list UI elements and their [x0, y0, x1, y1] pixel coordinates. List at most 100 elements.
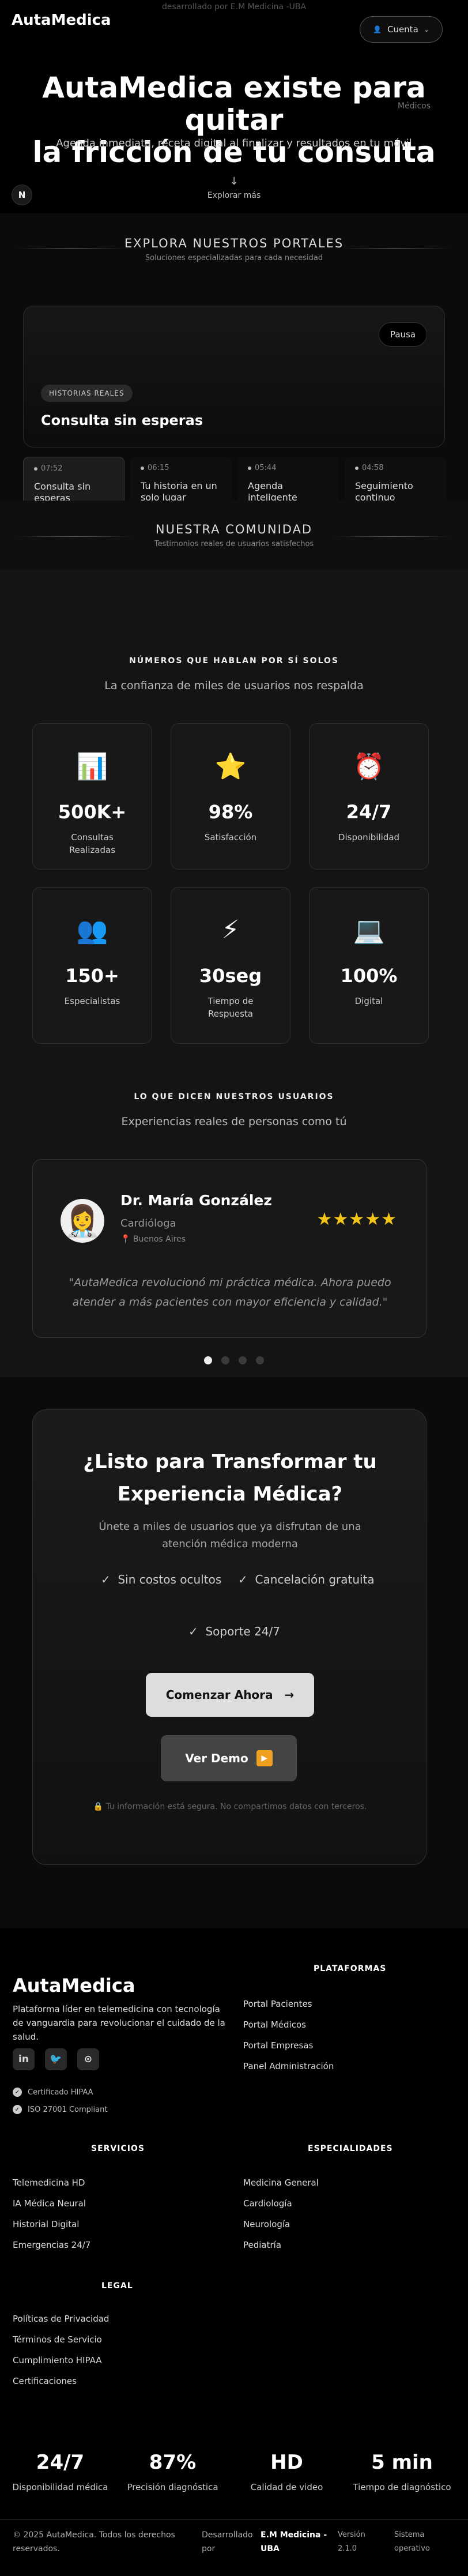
demo-button[interactable]: Ver Demo ▶ [161, 1735, 297, 1781]
portal-tab-2[interactable]: 06:15 Tu historia en un solo lugar [130, 457, 232, 503]
stat-label: Tiempo de Respuesta [207, 996, 254, 1019]
portal-tab-4[interactable]: 04:58 Seguimiento continuo [345, 457, 446, 503]
location-label: Buenos Aires [133, 1235, 186, 1244]
footer-link[interactable]: Medicina General [243, 2178, 319, 2188]
footer-link[interactable]: Emergencias 24/7 [13, 2240, 90, 2250]
bar-chart-icon: 📊 [76, 752, 108, 781]
kpi-label: Calidad de video [250, 2482, 323, 2492]
stat-card: ⏰ 24/7 Disponibilidad [309, 723, 429, 870]
account-button[interactable]: 👤 Cuenta ⌄ [360, 16, 443, 43]
stat-value: 500K+ [58, 801, 127, 823]
certification-label: ISO 27001 Compliant [28, 2105, 108, 2114]
tab-time: 07:52 [41, 464, 63, 473]
carousel-dot[interactable] [204, 1356, 212, 1364]
benefit-label: Soporte 24/7 [205, 1624, 280, 1638]
footer-link[interactable]: Portal Médicos [243, 2020, 306, 2030]
footer-link[interactable]: Neurología [243, 2219, 290, 2229]
copyright: © 2025 AutaMedica. Todos los derechos re… [13, 2530, 175, 2554]
dot-icon [34, 467, 37, 471]
brand-logo[interactable]: AutaMedica [12, 12, 111, 29]
cta-title-line1: ¿Listo para Transformar tu [83, 1450, 377, 1473]
rating-stars-icon: ★★★★★ [316, 1209, 397, 1229]
stat-label: Satisfacción [204, 832, 257, 843]
platforms-heading: PLATAFORMAS [314, 1964, 387, 1973]
check-icon: ✓ [13, 2105, 22, 2114]
testimonial-role: Cardióloga [120, 1217, 176, 1229]
tab-time: 05:44 [255, 464, 277, 472]
play-icon: ▶ [256, 1750, 273, 1766]
testimonials-eyebrow: LO QUE DICEN NUESTROS USUARIOS [134, 1092, 334, 1101]
footer-link[interactable]: Políticas de Privacidad [13, 2314, 109, 2324]
carousel-dot[interactable] [221, 1356, 229, 1364]
portal-tab-3[interactable]: 05:44 Agenda inteligente [237, 457, 339, 503]
carousel-dot[interactable] [256, 1356, 264, 1364]
linkedin-icon[interactable]: in [13, 2048, 35, 2070]
benefit-item: ✓ Sin costos ocultos [101, 1573, 221, 1586]
footer-link[interactable]: Portal Pacientes [243, 1999, 312, 2009]
footer-link[interactable]: Telemedicina HD [13, 2178, 85, 2188]
community-title: NUESTRA COMUNIDAD [155, 522, 313, 536]
hero-subtitle: Agenda inmediata, receta digital al fina… [56, 137, 412, 149]
scroll-hint[interactable]: ↓ Explorar más [0, 175, 468, 200]
footer-link[interactable]: Panel Administración [243, 2061, 334, 2071]
kpi-value: 24/7 [36, 2451, 85, 2474]
footer-link[interactable]: Cardiología [243, 2198, 292, 2209]
stats-eyebrow: NÚMEROS QUE HABLAN POR SÍ SOLOS [129, 656, 339, 665]
cta-subtitle: Únete a miles de usuarios que ya disfrut… [99, 1521, 361, 1550]
footer-link[interactable]: IA Médica Neural [13, 2198, 86, 2209]
security-note: 🔒 Tu información está segura. No compart… [33, 1802, 427, 1811]
benefit-label: Cancelación gratuita [255, 1573, 375, 1586]
scroll-hint-label: Explorar más [207, 191, 261, 200]
stat-card: 👥 150+ Especialistas [32, 887, 152, 1044]
stat-card: ⚡ 30seg Tiempo de Respuesta [171, 887, 290, 1044]
kpi-value: 87% [149, 2451, 197, 2474]
tab-label: Tu historia en un solo lugar [141, 480, 217, 503]
kpi-label: Disponibilidad médica [12, 2482, 108, 2492]
stat-card: 📊 500K+ Consultas Realizadas [32, 723, 152, 870]
footer-link[interactable]: Portal Empresas [243, 2040, 313, 2051]
laptop-icon: 💻 [353, 916, 385, 945]
footer-link[interactable]: Certificaciones [13, 2376, 77, 2386]
system-status: Sistema operativo [394, 2530, 430, 2553]
certification-item: ✓ Certificado HIPAA [13, 2088, 93, 2097]
arrow-down-icon: ↓ [229, 175, 239, 187]
demo-label: Ver Demo [185, 1751, 248, 1765]
pause-button[interactable]: Pausa [379, 322, 427, 347]
stories-badge: HISTORIAS REALES [41, 385, 133, 402]
benefit-item: ✓ Cancelación gratuita [238, 1573, 375, 1586]
portals-title: EXPLORA NUESTROS PORTALES [124, 236, 344, 250]
footer-link[interactable]: Pediatría [243, 2240, 281, 2250]
stat-value: 24/7 [346, 801, 392, 823]
benefit-item: ✓ Soporte 24/7 [188, 1624, 280, 1638]
cta-title-line2: Experiencia Médica? [117, 1483, 343, 1506]
kpi-label: Precisión diagnóstica [127, 2482, 218, 2492]
dot-icon [248, 466, 251, 470]
cta-card: ¿Listo para Transformar tu Experiencia M… [32, 1409, 427, 1865]
stats-lead: La confianza de miles de usuarios nos re… [104, 679, 364, 692]
stat-value: 150+ [65, 965, 119, 987]
portals-subtitle: Soluciones especializadas para cada nece… [145, 254, 323, 262]
portals-heading: EXPLORA NUESTROS PORTALES Soluciones esp… [0, 236, 468, 262]
footer-brand[interactable]: AutaMedica [13, 1975, 135, 1996]
start-now-button[interactable]: Comenzar Ahora → [146, 1673, 314, 1717]
footer-link[interactable]: Cumplimiento HIPAA [13, 2355, 102, 2366]
dot-icon [141, 466, 144, 470]
account-label: Cuenta [387, 24, 418, 35]
tab-label: Agenda inteligente [248, 480, 297, 503]
avatar[interactable]: N [12, 185, 32, 205]
stat-label: Digital [354, 996, 383, 1006]
footer-link[interactable]: Historial Digital [13, 2219, 79, 2229]
tab-time: 06:15 [148, 464, 169, 472]
tab-label: Seguimiento continuo [355, 480, 413, 503]
kpi-item: 87% Precisión diagnóstica [114, 2451, 231, 2492]
check-icon: ✓ [13, 2088, 22, 2097]
carousel-dot[interactable] [239, 1356, 247, 1364]
footer-link[interactable]: Términos de Servicio [13, 2334, 102, 2345]
twitter-icon[interactable]: 🐦 [45, 2048, 67, 2070]
portal-tab-1[interactable]: 07:52 Consulta sin esperas [23, 457, 124, 503]
version-label: Versión 2.1.0 [338, 2530, 365, 2553]
carousel-dots [0, 1356, 468, 1364]
users-icon: 👥 [76, 916, 108, 945]
community-heading: NUESTRA COMUNIDAD Testimonios reales de … [0, 522, 468, 548]
github-icon[interactable]: ⊙ [77, 2048, 99, 2070]
